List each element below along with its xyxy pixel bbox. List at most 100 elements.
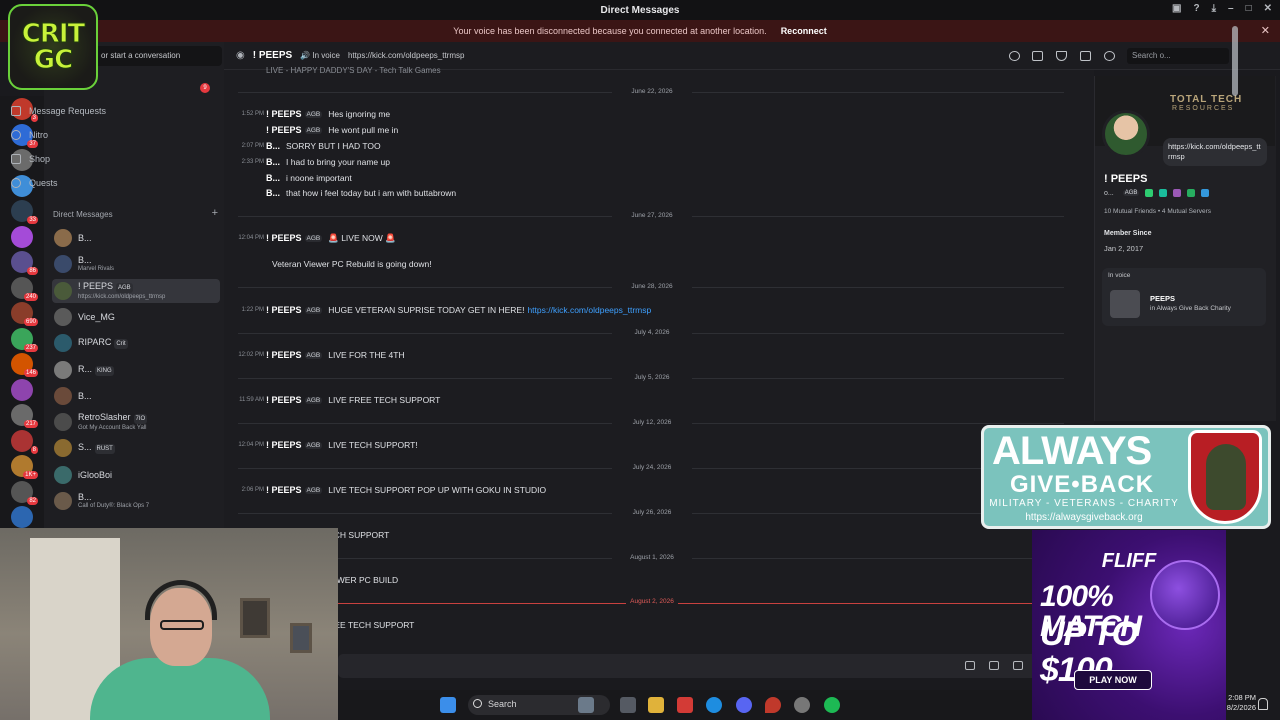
server-icon[interactable]: 8 — [11, 429, 38, 454]
dm-list-item[interactable]: RIPARC Crit — [52, 331, 220, 355]
add-dm-button[interactable]: + — [212, 207, 218, 224]
chat-message[interactable]: 12:04 PM! PEEPS AGB 🚨 LIVE NOW 🚨 — [234, 232, 395, 244]
spotify-icon[interactable] — [824, 697, 840, 713]
server-icon[interactable]: 1K+ — [11, 455, 38, 479]
gif-icon[interactable] — [989, 661, 999, 670]
chat-message[interactable]: 1:52 PM! PEEPS AGB Hes ignoring me — [234, 108, 391, 120]
dm-list-item[interactable]: Vice_MG — [52, 305, 220, 329]
chat-message[interactable]: B... i noone important — [234, 172, 352, 184]
message-author[interactable]: B... — [266, 173, 280, 183]
profile-avatar[interactable] — [1102, 110, 1150, 158]
message-author[interactable]: ! PEEPS — [266, 125, 302, 135]
user-profile-icon[interactable] — [1104, 51, 1115, 61]
minimize-icon[interactable]: – — [1228, 3, 1234, 14]
scrollbar[interactable] — [1232, 26, 1238, 96]
message-author[interactable]: B... — [266, 157, 280, 167]
close-icon[interactable]: ✕ — [1261, 24, 1270, 37]
badge-icon[interactable] — [1187, 189, 1196, 197]
chat-message[interactable]: 12:02 PM! PEEPS AGB LIVE FOR THE 4TH — [234, 349, 404, 361]
chat-search-input[interactable]: Search o... — [1127, 48, 1229, 64]
chat-message[interactable]: 2:07 PM B... SORRY BUT I HAD TOO — [234, 140, 381, 152]
nav-quests[interactable]: Quests — [9, 173, 174, 193]
server-icon[interactable] — [11, 506, 33, 528]
message-author[interactable]: ! PEEPS — [266, 233, 302, 243]
reconnect-button[interactable]: Reconnect — [781, 26, 827, 36]
dm-list-item[interactable]: B... — [52, 226, 220, 250]
nav-message-requests[interactable]: Message Requests — [9, 101, 174, 121]
message-link[interactable]: https://kick.com/oldpeeps_ttrmsp — [527, 305, 651, 315]
chat-message[interactable]: ! PEEPS AGB He wont pull me in — [234, 124, 398, 136]
dm-list-item[interactable]: B... — [52, 384, 220, 408]
find-conversation-input[interactable]: or start a conversation — [95, 46, 222, 66]
badge-icon[interactable] — [1201, 189, 1210, 197]
chat-message[interactable]: 12:04 PM! PEEPS AGB LIVE TECH SUPPORT! — [234, 439, 417, 451]
taskbar-clock[interactable]: 2:08 PM 8/2/2026 — [1226, 690, 1256, 720]
help-icon[interactable]: ? — [1193, 3, 1199, 14]
edge-icon[interactable] — [706, 697, 722, 713]
badge-icon[interactable] — [1159, 189, 1168, 197]
dm-name-text: S... — [78, 442, 92, 453]
dm-list-item[interactable]: R... KING — [52, 358, 220, 382]
message-author[interactable]: ! PEEPS — [266, 440, 302, 450]
message-author[interactable]: ! PEEPS — [266, 395, 302, 405]
server-icon[interactable]: 240 — [11, 276, 38, 301]
discord-icon[interactable] — [736, 697, 752, 713]
message-author[interactable]: B... — [266, 188, 280, 198]
mutual-counts[interactable]: 10 Mutual Friends • 4 Mutual Servers — [1104, 208, 1211, 215]
chat-message[interactable]: 1:22 PM! PEEPS AGB HUGE VETERAN SUPRISE TO… — [234, 304, 652, 316]
profile-bio[interactable]: https://kick.com/oldpeeps_ttrmsp — [1163, 138, 1267, 166]
notification-bell-icon[interactable] — [1258, 698, 1268, 710]
task-view-icon[interactable] — [620, 697, 636, 713]
message-author[interactable]: ! PEEPS — [266, 109, 302, 119]
close-window-icon[interactable]: ✕ — [1264, 3, 1272, 14]
dm-list-item[interactable]: iGlooBoi — [52, 463, 220, 487]
chat-header-link[interactable]: https://kick.com/oldpeeps_ttrmsp — [348, 51, 465, 60]
server-icon[interactable]: 690 — [11, 302, 38, 326]
chat-message[interactable]: 11:59 AM! PEEPS AGB LIVE FREE TECH SUPPORT — [234, 394, 440, 406]
dm-list-item[interactable]: RetroSlasher 7IO Got My Account Back Yall — [52, 410, 220, 434]
chat-message[interactable]: 2:33 PM B... I had to bring your name up — [234, 156, 390, 168]
chat-message[interactable]: Veteran Viewer PC Rebuild is going down! — [234, 258, 432, 270]
maximize-icon[interactable]: □ — [1246, 3, 1252, 14]
chat-title[interactable]: ! PEEPS — [253, 50, 292, 61]
dm-list-item[interactable]: B... Call of Duty®: Black Ops 7 — [52, 489, 220, 513]
maps-icon[interactable] — [765, 697, 781, 713]
server-icon[interactable]: 33 — [11, 200, 38, 224]
server-icon[interactable]: 86 — [11, 251, 38, 275]
file-explorer-icon[interactable] — [648, 697, 664, 713]
badge-icon[interactable] — [1173, 189, 1182, 197]
call-icon[interactable] — [1009, 51, 1020, 61]
dm-list-item[interactable]: B... Marvel Rivals — [52, 252, 220, 276]
add-friends-icon[interactable] — [1080, 51, 1091, 61]
app-icon[interactable] — [677, 697, 693, 713]
gift-icon[interactable] — [965, 661, 975, 670]
message-author[interactable]: ! PEEPS — [266, 305, 302, 315]
widget-icon[interactable] — [578, 697, 594, 713]
server-icon[interactable] — [11, 225, 33, 248]
author-guild-tag: AGB — [304, 351, 323, 359]
message-author[interactable]: ! PEEPS — [266, 485, 302, 495]
inbox-icon[interactable]: ▣ — [1172, 3, 1181, 14]
nav-shop[interactable]: Shop — [9, 149, 174, 169]
message-author[interactable]: B... — [266, 141, 280, 151]
server-icon[interactable]: 82 — [11, 480, 38, 505]
server-icon[interactable]: 217 — [11, 404, 38, 428]
server-icon[interactable]: 146 — [11, 353, 38, 377]
sticker-icon[interactable] — [1013, 661, 1023, 670]
nav-nitro[interactable]: Nitro — [9, 125, 174, 145]
chat-message[interactable]: B... that how i feel today but i am with … — [234, 187, 456, 199]
play-now-button[interactable]: PLAY NOW — [1074, 670, 1152, 690]
chat-message[interactable]: 2:06 PM! PEEPS AGB LIVE TECH SUPPORT POP U… — [234, 484, 547, 496]
message-author[interactable]: ! PEEPS — [266, 350, 302, 360]
start-icon[interactable] — [440, 697, 456, 713]
badge-icon[interactable] — [1145, 189, 1154, 197]
video-call-icon[interactable] — [1032, 51, 1043, 61]
server-icon[interactable]: 237 — [11, 327, 38, 352]
settings-icon[interactable] — [794, 697, 810, 713]
profile-banner-brand: TOTAL TECH RESOURCES — [1140, 94, 1270, 120]
dm-list-item[interactable]: S... RUST — [52, 436, 220, 460]
download-icon[interactable]: ⤓ — [1212, 3, 1216, 14]
message-composer[interactable] — [338, 654, 1038, 678]
server-icon[interactable] — [11, 378, 33, 401]
dm-list-item[interactable]: ! PEEPS AGB https://kick.com/oldpeeps_ttrm… — [52, 278, 220, 303]
